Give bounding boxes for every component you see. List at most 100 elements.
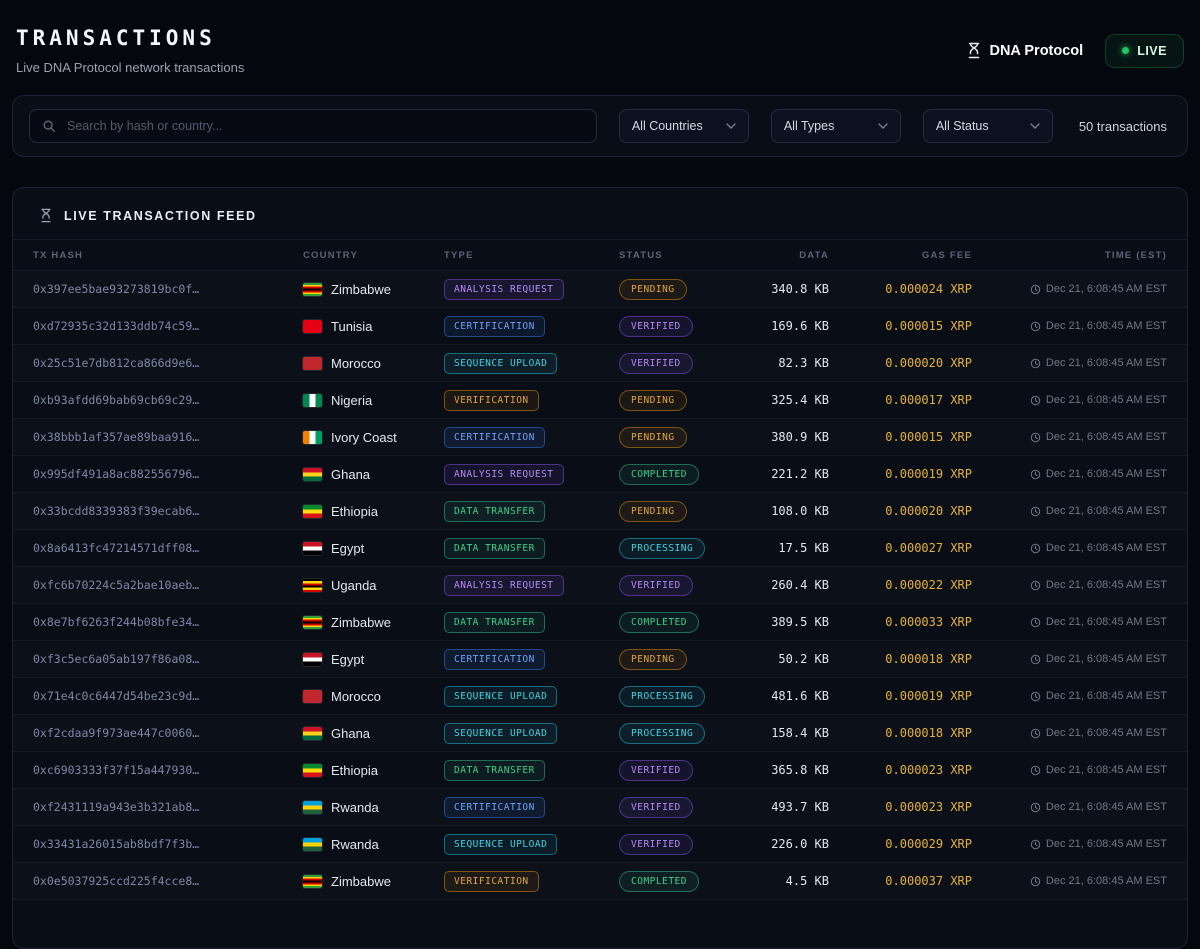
tx-hash: 0xf2cdaa9f973ae447c0060… [33,726,200,740]
page-subtitle: Live DNA Protocol network transactions [16,60,245,75]
status-cell: VERIFIED [619,759,769,781]
type-badge: DATA TRANSFER [444,611,545,633]
status-badge: PENDING [619,389,687,411]
country-name: Tunisia [331,318,373,334]
type-cell: SEQUENCE UPLOAD [444,722,619,744]
gas-fee: 0.000037 XRP [885,874,972,888]
country-cell: Zimbabwe [303,874,444,889]
timestamp: Dec 21, 6:08:45 AM EST [972,838,1167,850]
clock-icon [1030,617,1041,628]
search-box[interactable] [29,109,597,143]
type-cell: SEQUENCE UPLOAD [444,352,619,374]
type-cell: CERTIFICATION [444,796,619,818]
country-name: Uganda [331,577,377,593]
data-size: 325.4 KB [771,393,829,407]
type-cell: DATA TRANSFER [444,500,619,522]
table-row: 0x397ee5bae93273819bc0f… Zimbabwe ANALYS… [13,271,1187,308]
status-badge: PROCESSING [619,722,706,744]
gas-fee: 0.000015 XRP [885,319,972,333]
table-row: 0x8e7bf6263f244b08bfe34… Zimbabwe DATA T… [13,604,1187,641]
status-cell: VERIFIED [619,315,769,337]
data-size: 380.9 KB [771,430,829,444]
country-name: Nigeria [331,392,373,408]
type-cell: SEQUENCE UPLOAD [444,833,619,855]
time-value: Dec 21, 6:08:45 AM EST [1045,431,1167,443]
country-name: Zimbabwe [331,614,391,630]
tx-hash: 0x38bbb1af357ae89baa916… [33,430,200,444]
clock-icon [1030,876,1041,887]
table-row: 0xb93afdd69bab69cb69c29… Nigeria VERIFIC… [13,382,1187,419]
status-cell: VERIFIED [619,574,769,596]
clock-icon [1030,358,1041,369]
status-filter-select[interactable]: All Status [922,109,1053,143]
country-flag-icon [303,504,322,518]
data-size: 226.0 KB [771,837,829,851]
country-cell: Ivory Coast [303,430,444,445]
type-cell: DATA TRANSFER [444,759,619,781]
chevron-down-icon [878,123,888,129]
type-badge: DATA TRANSFER [444,537,545,559]
type-badge: SEQUENCE UPLOAD [444,833,558,855]
timestamp: Dec 21, 6:08:45 AM EST [972,320,1167,332]
status-cell: PENDING [619,389,769,411]
tx-hash: 0x995df491a8ac882556796… [33,467,200,481]
timestamp: Dec 21, 6:08:45 AM EST [972,875,1167,887]
search-input[interactable] [65,118,584,134]
country-cell: Tunisia [303,319,444,334]
country-name: Zimbabwe [331,281,391,297]
gas-fee: 0.000018 XRP [885,652,972,666]
type-badge: CERTIFICATION [444,315,545,337]
status-badge: COMPLETED [619,870,699,892]
time-value: Dec 21, 6:08:45 AM EST [1045,653,1167,665]
tx-hash: 0xc6903333f37f15a447930… [33,763,200,777]
type-badge: CERTIFICATION [444,648,545,670]
type-cell: CERTIFICATION [444,648,619,670]
country-cell: Rwanda [303,837,444,852]
clock-icon [1030,765,1041,776]
status-cell: VERIFIED [619,352,769,374]
time-value: Dec 21, 6:08:45 AM EST [1045,357,1167,369]
country-flag-icon [303,430,322,444]
status-badge: PENDING [619,500,687,522]
timestamp: Dec 21, 6:08:45 AM EST [972,283,1167,295]
type-cell: VERIFICATION [444,389,619,411]
country-flag-icon [303,467,322,481]
col-status: STATUS [619,249,663,261]
data-size: 389.5 KB [771,615,829,629]
type-filter-select[interactable]: All Types [770,109,901,143]
clock-icon [1030,802,1041,813]
search-icon [42,119,56,133]
clock-icon [1030,395,1041,406]
country-flag-icon [303,393,322,407]
country-flag-icon [303,319,322,333]
gas-fee: 0.000024 XRP [885,282,972,296]
country-cell: Zimbabwe [303,615,444,630]
time-value: Dec 21, 6:08:45 AM EST [1045,283,1167,295]
table-row: 0xfc6b70224c5a2bae10aeb… Uganda ANALYSIS… [13,567,1187,604]
table-row: 0x33bcdd8339383f39ecab6… Ethiopia DATA T… [13,493,1187,530]
data-size: 4.5 KB [785,874,829,888]
clock-icon [1030,691,1041,702]
status-cell: VERIFIED [619,796,769,818]
table-row: 0x25c51e7db812ca866d9e6… Morocco SEQUENC… [13,345,1187,382]
gas-fee: 0.000023 XRP [885,763,972,777]
type-badge: SEQUENCE UPLOAD [444,722,558,744]
tx-hash: 0x8a6413fc47214571dff08… [33,541,200,555]
col-tx-hash: TX HASH [33,249,84,261]
time-value: Dec 21, 6:08:45 AM EST [1045,579,1167,591]
table-row: 0x0e5037925ccd225f4cce8… Zimbabwe VERIFI… [13,863,1187,900]
status-badge: COMPLETED [619,611,699,633]
country-flag-icon [303,763,322,777]
hourglass-icon [39,208,53,223]
type-cell: ANALYSIS REQUEST [444,463,619,485]
timestamp: Dec 21, 6:08:45 AM EST [972,764,1167,776]
timestamp: Dec 21, 6:08:45 AM EST [972,616,1167,628]
col-gas-fee: GAS FEE [921,249,972,261]
country-filter-select[interactable]: All Countries [618,109,749,143]
data-size: 221.2 KB [771,467,829,481]
gas-fee: 0.000027 XRP [885,541,972,555]
transaction-feed-panel: LIVE TRANSACTION FEED TX HASH COUNTRY TY… [12,187,1188,949]
type-badge: CERTIFICATION [444,796,545,818]
type-badge: DATA TRANSFER [444,500,545,522]
feed-header: LIVE TRANSACTION FEED [13,188,1187,239]
